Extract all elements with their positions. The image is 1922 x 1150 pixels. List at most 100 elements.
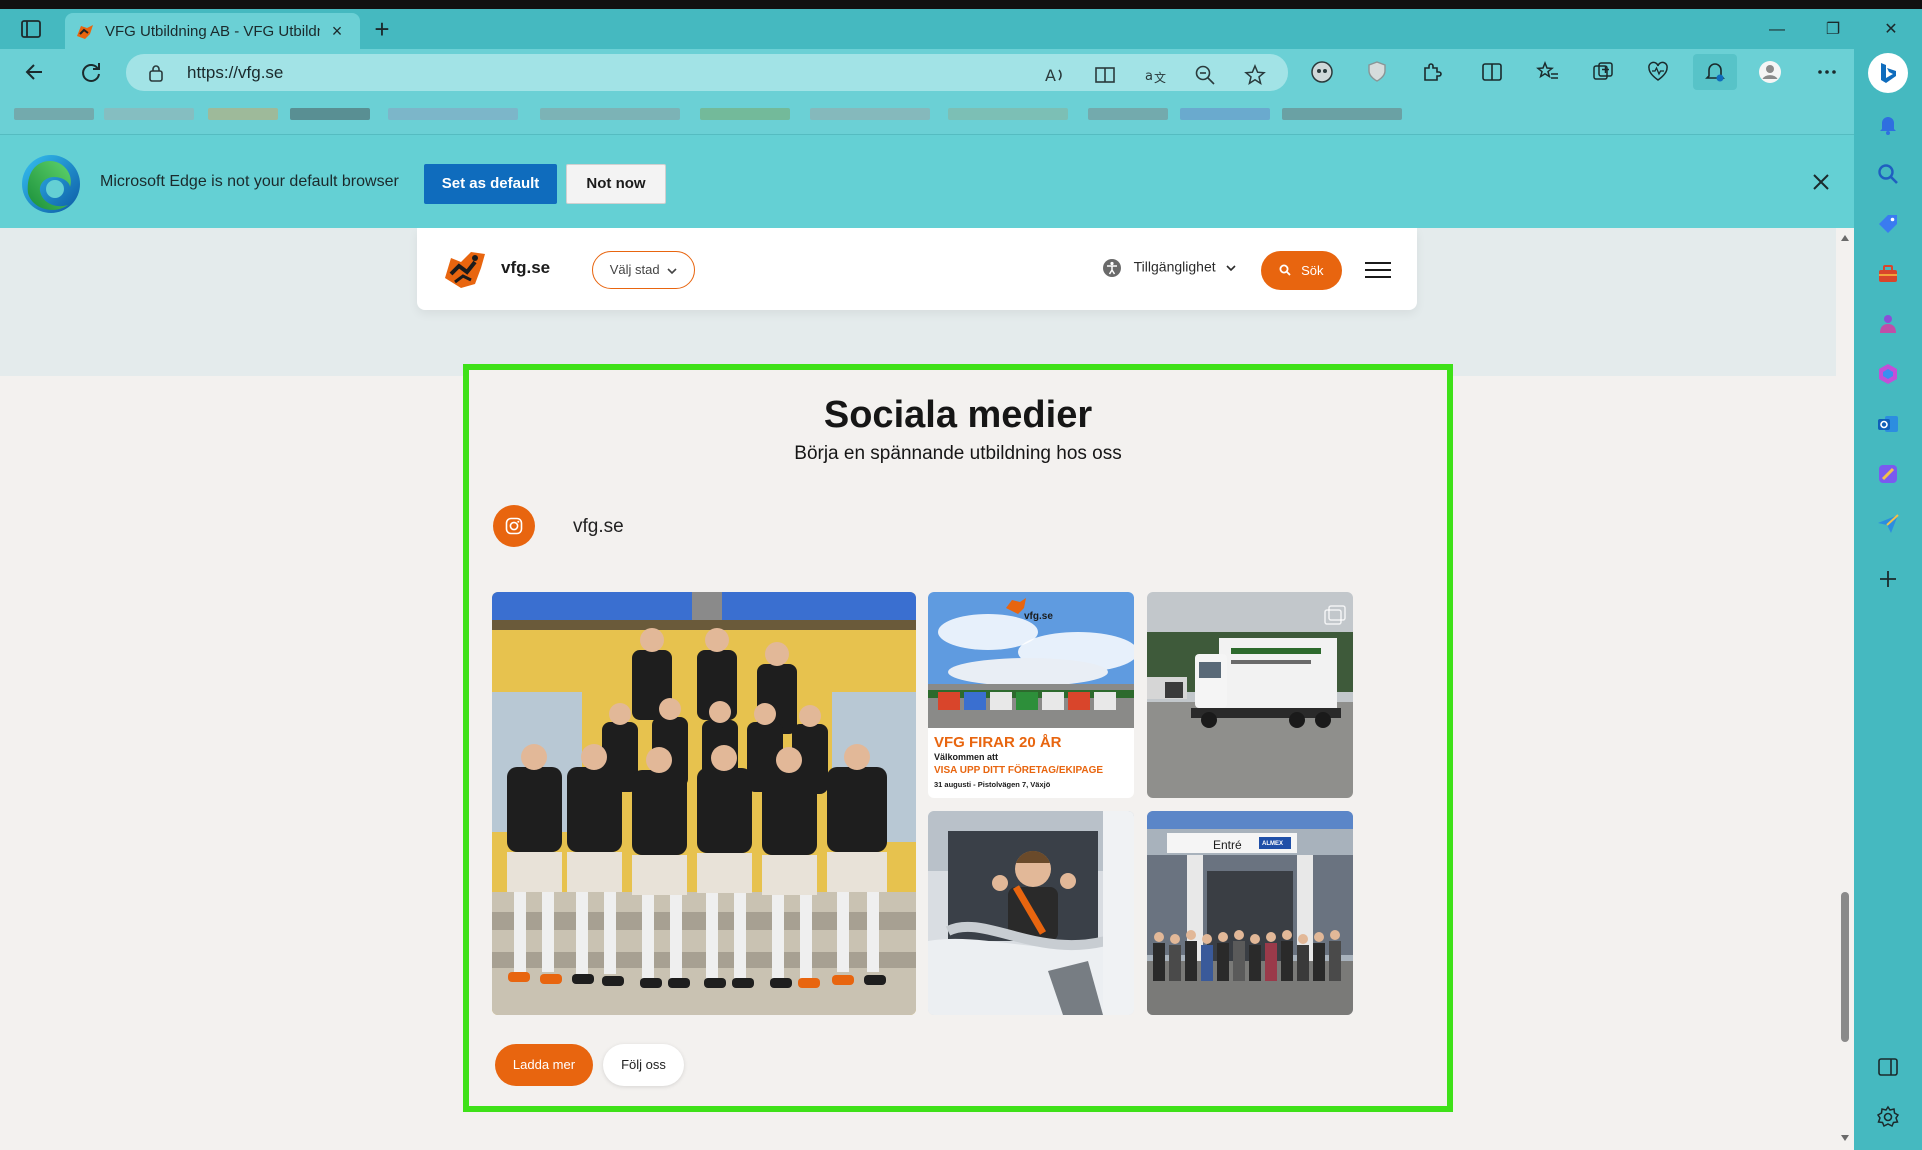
instagram-handle[interactable]: vfg.se [573,516,624,538]
favorite-item[interactable] [948,108,1068,120]
zoom-out-icon[interactable] [1194,64,1216,86]
set-as-default-button[interactable]: Set as default [424,164,557,204]
sidebar-hide-icon[interactable] [1876,1055,1900,1079]
infobar-message: Microsoft Edge is not your default brows… [100,173,399,190]
load-more-button[interactable]: Ladda mer [495,1044,593,1086]
scroll-thumb[interactable] [1841,892,1849,1042]
refresh-icon[interactable] [78,59,104,85]
favorite-item[interactable] [540,108,680,120]
favorites-icon[interactable] [1536,60,1560,84]
sidebar-settings-icon[interactable] [1876,1105,1900,1129]
sidebar-search-icon[interactable] [1876,162,1900,186]
favorite-item[interactable] [700,108,790,120]
close-window-button[interactable]: ✕ [1866,18,1916,42]
vfg-favicon-icon [77,25,93,39]
site-name[interactable]: vfg.se [501,258,550,278]
title-strip [0,0,1922,9]
entrance-photo-image [1147,811,1353,1015]
chevron-down-icon [667,267,677,274]
sidebar-notifications-icon[interactable] [1876,112,1900,136]
edge-sidebar [1854,49,1922,1150]
copilot-button[interactable] [1868,53,1908,93]
lock-icon[interactable] [148,64,164,82]
scroll-down-icon[interactable] [1840,1134,1850,1142]
active-tab[interactable]: VFG Utbildning AB - VFG Utbildning × [65,13,360,49]
back-icon[interactable] [22,59,48,85]
tab-actions-icon[interactable] [20,19,42,39]
hamburger-menu-icon[interactable] [1365,261,1391,279]
navigation-toolbar: https://vfg.se A a文 [0,49,1854,94]
svg-text:A: A [1045,66,1056,85]
address-bar[interactable]: https://vfg.se A a文 [126,54,1288,91]
translate-icon[interactable]: a文 [1144,64,1166,86]
follow-us-button[interactable]: Följ oss [603,1044,684,1086]
driver-photo-image [928,811,1134,1015]
extension-icon[interactable] [1310,60,1334,84]
instagram-post-driver[interactable] [928,811,1134,1015]
instagram-icon [505,517,523,535]
instagram-post-entrance-group[interactable]: Entré ALMEX [1147,811,1353,1015]
chevron-down-icon [1225,265,1236,272]
sidebar-tools-icon[interactable] [1876,262,1900,286]
instagram-post-truck[interactable] [1147,592,1353,798]
tab-close-icon[interactable]: × [328,22,346,40]
favorite-item[interactable] [810,108,930,120]
scroll-up-icon[interactable] [1840,234,1850,242]
poster-line2: VISA UPP DITT FÖRETAG/EKIPAGE [934,765,1104,776]
notifications-button[interactable] [1693,54,1737,90]
social-media-section: Sociala medier Börja en spännande utbild… [463,364,1453,1112]
sidebar-designer-icon[interactable] [1876,462,1900,486]
favorite-item[interactable] [14,108,94,120]
favorite-item[interactable] [1180,108,1270,120]
favorite-item[interactable] [388,108,518,120]
read-aloud-icon[interactable]: A [1044,64,1066,86]
minimize-button[interactable]: — [1752,18,1802,42]
vfg-logo-icon[interactable] [441,244,489,292]
site-header: vfg.se Välj stad Tillgänglighet Sök [417,228,1417,310]
more-options-icon[interactable] [1815,60,1839,84]
favorite-item[interactable] [290,108,370,120]
sidebar-microsoft365-icon[interactable] [1876,362,1900,386]
immersive-reader-icon[interactable] [1094,64,1116,86]
page-scrollbar[interactable] [1836,228,1854,1150]
new-tab-button[interactable]: + [370,16,394,42]
not-now-button[interactable]: Not now [566,164,666,204]
accessibility-button[interactable]: Tillgänglighet [1102,258,1236,280]
bell-icon [1705,63,1725,82]
url-text[interactable]: https://vfg.se [187,63,283,83]
site-search-button[interactable]: Sök [1261,251,1342,290]
instagram-button[interactable] [493,505,535,547]
svg-text:文: 文 [1154,70,1166,85]
city-select-label: Välj stad [609,262,660,277]
collections-icon[interactable] [1591,60,1615,84]
section-title: Sociala medier [823,394,1093,436]
sidebar-add-icon[interactable] [1876,567,1900,591]
instagram-post-team-photo[interactable] [492,592,916,1015]
favorite-star-icon[interactable] [1244,64,1266,86]
entrance-sign: Entré [1213,838,1242,852]
extensions-puzzle-icon[interactable] [1420,60,1444,84]
edge-logo-icon [22,155,80,213]
shield-icon[interactable] [1365,60,1389,84]
search-label: Sök [1301,263,1324,278]
profile-avatar-icon[interactable] [1758,60,1782,84]
bing-icon [1881,63,1896,83]
accessibility-label: Tillgänglighet [1133,258,1216,275]
sidebar-shopping-icon[interactable] [1876,212,1900,236]
instagram-post-anniversary-poster[interactable]: vfg.se VFG FIRAR 20 ÅR Välkommen att VIS… [928,592,1134,798]
close-infobar-icon[interactable] [1810,171,1832,193]
restore-button[interactable]: ❐ [1808,18,1858,42]
truck-photo-image [1147,592,1353,798]
browser-window: VFG Utbildning AB - VFG Utbildning × + —… [0,0,1922,1150]
favorite-item[interactable] [1088,108,1168,120]
favorite-item[interactable] [208,108,278,120]
city-select-button[interactable]: Välj stad [592,251,695,289]
sidebar-outlook-icon[interactable] [1876,412,1900,436]
favorite-item[interactable] [104,108,194,120]
page-viewport: vfg.se Välj stad Tillgänglighet Sök Soci… [0,228,1836,1150]
favorite-item[interactable] [1282,108,1402,120]
browser-essentials-icon[interactable] [1646,60,1670,84]
sidebar-games-icon[interactable] [1876,312,1900,336]
sidebar-drop-icon[interactable] [1876,512,1900,536]
split-screen-icon[interactable] [1480,60,1504,84]
